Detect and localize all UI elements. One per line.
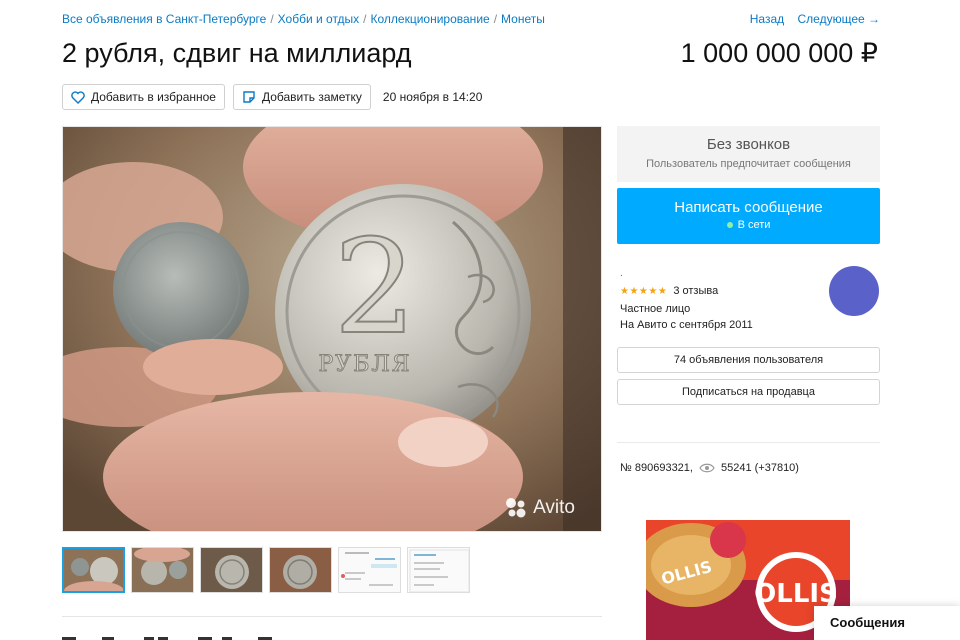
price: 1 000 000 000 ₽: [680, 38, 878, 68]
write-message-button[interactable]: Написать сообщение В сети: [617, 188, 880, 244]
divider: [617, 442, 880, 443]
avatar[interactable]: [829, 266, 879, 316]
rating-stars-icon: ★★★★★: [620, 285, 668, 297]
listing-nav: Назад Следующее →: [740, 12, 880, 26]
breadcrumb: Все объявления в Санкт-Петербурге / Хобби …: [62, 12, 545, 26]
online-status-label: В сети: [737, 219, 771, 231]
add-note-label: Добавить заметку: [261, 90, 362, 104]
no-calls-notice: Без звонков Пользователь предпочитает со…: [617, 126, 880, 182]
online-dot-icon: [726, 222, 733, 228]
views-count: 55241 (+37810): [720, 462, 799, 474]
coin-text: РУБЛЯ: [319, 352, 412, 377]
listing-number: № 890693321,: [620, 462, 693, 474]
subscribe-seller-button[interactable]: Подписаться на продавца: [617, 379, 880, 405]
next-link[interactable]: Следующее →: [798, 12, 881, 26]
seller-name-dot[interactable]: .: [620, 268, 623, 279]
note-icon: [243, 91, 255, 103]
coin-numeral: 2: [334, 211, 417, 363]
add-favorite-button[interactable]: Добавить в избранное: [62, 84, 225, 110]
write-message-label: Написать сообщение: [674, 199, 823, 216]
thumbnail[interactable]: [131, 547, 194, 593]
online-status: В сети: [617, 219, 880, 231]
ad-brand-text: OLLIS: [754, 579, 838, 609]
add-favorite-label: Добавить в избранное: [91, 90, 216, 104]
seller-rating[interactable]: ★★★★★ 3 отзыва: [620, 285, 718, 297]
page-title: 2 рубля, сдвиг на миллиард: [62, 38, 412, 68]
thumbnail[interactable]: [200, 547, 263, 593]
seller-type: Частное лицо: [620, 303, 691, 315]
heart-icon: [71, 90, 85, 104]
divider: [62, 616, 602, 617]
no-calls-title: Без звонков: [706, 136, 791, 153]
cut-off-heading: [62, 630, 282, 640]
seller-since: На Авито с сентября 2011: [620, 319, 753, 331]
thumbnail[interactable]: [62, 547, 125, 593]
no-calls-subtitle: Пользователь предпочитает сообщения: [646, 158, 851, 170]
thumbnail[interactable]: [407, 547, 470, 593]
main-photo[interactable]: 2 РУБЛЯ Avito: [62, 126, 602, 532]
avito-watermark: Avito: [505, 497, 575, 519]
breadcrumb-separator: /: [493, 12, 498, 26]
listing-actions: Добавить в избранное Добавить заметку 20…: [62, 84, 482, 110]
breadcrumb-link-all-spb[interactable]: Все объявления в Санкт-Петербурге: [62, 12, 266, 26]
back-link[interactable]: Назад: [750, 12, 784, 26]
eye-icon: [699, 463, 715, 473]
breadcrumb-separator: /: [363, 12, 367, 26]
add-note-button[interactable]: Добавить заметку: [232, 84, 371, 110]
breadcrumb-separator: /: [270, 12, 274, 26]
breadcrumb-link-collecting[interactable]: Коллекционирование: [371, 12, 490, 26]
listing-stats: № 890693321, 55241 (+37810): [620, 462, 799, 474]
seller-listings-button[interactable]: 74 объявления пользователя: [617, 347, 880, 373]
watermark-label: Avito: [533, 497, 575, 518]
breadcrumb-link-coins[interactable]: Монеты: [501, 12, 545, 26]
photo-thumbnails: [62, 547, 470, 593]
avito-logo-icon: [506, 498, 526, 518]
messages-tab[interactable]: Сообщения: [814, 606, 960, 640]
thumbnail[interactable]: [269, 547, 332, 593]
thumbnail[interactable]: [338, 547, 401, 593]
breadcrumb-link-hobby[interactable]: Хобби и отдых: [278, 12, 360, 26]
coin-photo-illustration: 2 РУБЛЯ: [63, 127, 601, 531]
reviews-count: 3 отзыва: [673, 285, 719, 297]
listing-date: 20 ноября в 14:20: [382, 90, 483, 104]
